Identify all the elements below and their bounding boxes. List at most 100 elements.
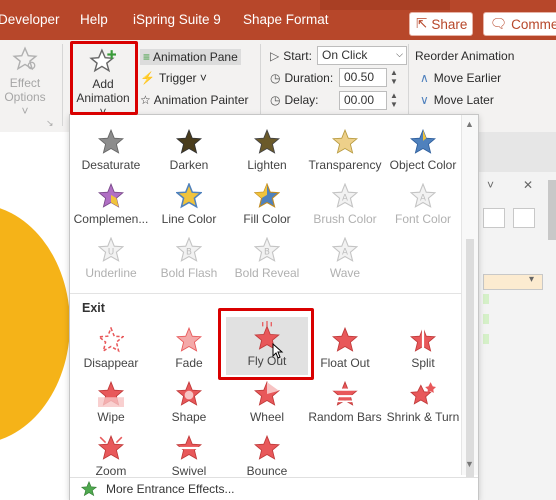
effect-font-color: A Font Color — [382, 179, 464, 233]
pane-play-button[interactable] — [483, 208, 505, 228]
svg-text:B: B — [186, 247, 192, 257]
pane-item-dropdown-icon[interactable]: ▾ — [529, 274, 534, 285]
delay-value: 00.00 — [344, 93, 375, 107]
svg-text:A: A — [342, 247, 348, 257]
start-select[interactable]: On Click ⌵ — [317, 46, 407, 65]
effect-wipe[interactable]: Wipe — [70, 377, 152, 431]
effect-label: Lighten — [247, 158, 287, 172]
pane-up-button[interactable] — [513, 208, 535, 228]
pane-item-timeline[interactable] — [483, 294, 489, 304]
effect-label: Wipe — [97, 410, 125, 424]
effect-fill-color[interactable]: Fill Color — [226, 179, 308, 233]
pane-collapse-icon[interactable]: ˅ — [487, 178, 494, 192]
effect-label: Underline — [85, 266, 137, 280]
effect-split[interactable]: Split — [382, 323, 464, 377]
tab-help[interactable]: Help — [80, 12, 108, 27]
effect-wheel[interactable]: Wheel — [226, 377, 308, 431]
duration-input[interactable]: 00.50 — [339, 68, 387, 87]
star-icon — [410, 129, 436, 154]
effect-shrink-turn[interactable]: Shrink & Turn — [382, 377, 464, 431]
star-icon: U — [98, 237, 124, 262]
tab-developer[interactable]: Developer — [0, 12, 60, 27]
animation-pane-button[interactable]: ≡ Animation Pane — [140, 49, 241, 65]
effect-transparency[interactable]: Transparency — [304, 125, 386, 179]
trigger-button[interactable]: ⚡ Trigger ˅ — [140, 71, 207, 85]
effect-label: Line Color — [161, 212, 217, 226]
swivel-star-icon — [176, 435, 202, 460]
effect-desaturate[interactable]: Desaturate — [70, 125, 152, 179]
close-icon[interactable]: ✕ — [523, 178, 533, 192]
comments-button[interactable]: 🗨 Commen — [483, 12, 556, 36]
star-icon — [176, 183, 202, 209]
move-earlier-button[interactable]: ∧ Move Earlier — [420, 71, 501, 85]
svg-text:A: A — [342, 193, 348, 203]
effect-label: Split — [411, 356, 435, 370]
slide-canvas[interactable] — [0, 132, 70, 500]
more-entrance-label: More Entrance Effects... — [106, 482, 235, 496]
star-icon — [176, 129, 202, 154]
entrance-star-icon — [80, 481, 98, 497]
start-value: On Click — [322, 48, 368, 62]
pane-item-timeline[interactable] — [483, 314, 489, 324]
duration-value: 00.50 — [344, 70, 375, 84]
star-icon — [98, 129, 124, 154]
scrollbar[interactable] — [548, 180, 556, 240]
star-icon: A — [410, 183, 436, 208]
lightning-icon: ⚡ — [140, 71, 155, 85]
delay-label: ◷ Delay: — [270, 93, 319, 107]
effect-line-color[interactable]: Line Color — [148, 179, 230, 233]
effect-fly-out[interactable]: Fly Out — [226, 317, 308, 375]
effect-label: Bold Flash — [160, 266, 218, 280]
more-entrance-effects-link[interactable]: More Entrance Effects... — [70, 477, 478, 500]
effect-fade[interactable]: Fade — [148, 323, 230, 377]
scroll-up-icon[interactable]: ▲ — [465, 119, 474, 129]
scroll-down-icon[interactable]: ▼ — [465, 459, 474, 469]
animation-painter-button[interactable]: ☆ Animation Painter — [140, 93, 248, 107]
effect-label: Shrink & Turn — [386, 410, 460, 424]
star-icon — [254, 183, 280, 208]
effect-random-bars[interactable]: Random Bars — [304, 377, 386, 431]
effect-float-out[interactable]: Float Out — [304, 323, 386, 377]
effect-label: Float Out — [320, 356, 370, 370]
animation-pane-icon: ≡ — [143, 50, 151, 64]
share-button[interactable]: ⇱ Share — [409, 12, 473, 36]
tab-ispring[interactable]: iSpring Suite 9 — [133, 12, 221, 27]
effect-label: Disappear — [83, 356, 139, 370]
effect-label: Fly Out — [247, 354, 287, 368]
ribbon-separator — [62, 44, 63, 126]
move-earlier-label: Move Earlier — [433, 71, 502, 85]
delay-input[interactable]: 00.00 — [339, 91, 387, 110]
svg-text:A: A — [420, 193, 426, 203]
effect-label: Font Color — [394, 212, 452, 226]
tab-shape-format[interactable]: Shape Format — [243, 12, 329, 27]
effect-label: Shape — [171, 410, 207, 424]
effect-complementary[interactable]: Complemen... — [70, 179, 152, 233]
shape-star-icon — [176, 381, 202, 406]
move-later-button[interactable]: ∨ Move Later — [420, 93, 494, 107]
star-icon: B — [176, 237, 202, 262]
star-icon: A — [332, 237, 358, 262]
yellow-circle-shape[interactable] — [0, 204, 70, 444]
zoom-star-icon — [98, 435, 124, 460]
effect-options-button[interactable]: Effect Options ˅ — [0, 46, 50, 118]
effect-lighten[interactable]: Lighten — [226, 125, 308, 179]
pane-item-timeline[interactable] — [483, 334, 489, 344]
delay-spinner[interactable]: ▲ ▼ — [390, 91, 398, 109]
duration-label: ◷ Duration: — [270, 71, 334, 85]
effect-options-label-2: Options ˅ — [4, 90, 46, 118]
clock-icon: ◷ — [270, 71, 281, 85]
star-icon: A — [332, 183, 358, 208]
dialog-launcher-icon[interactable]: ↘ — [46, 118, 54, 129]
star-icon — [98, 183, 124, 208]
exit-section-heading: Exit — [82, 301, 105, 315]
svg-text:U: U — [108, 247, 114, 257]
effect-disappear[interactable]: Disappear — [70, 323, 152, 377]
duration-spinner[interactable]: ▲ ▼ — [390, 68, 398, 86]
menu-bar: Developer Help iSpring Suite 9 Shape For… — [0, 0, 556, 40]
effect-label: Wheel — [249, 410, 284, 424]
random-bars-star-icon — [332, 381, 358, 406]
effect-object-color[interactable]: Object Color — [382, 125, 464, 179]
effect-shape[interactable]: Shape — [148, 377, 230, 431]
add-animation-button[interactable]: Add Animation ˅ — [72, 46, 134, 119]
effect-darken[interactable]: Darken — [148, 125, 230, 179]
